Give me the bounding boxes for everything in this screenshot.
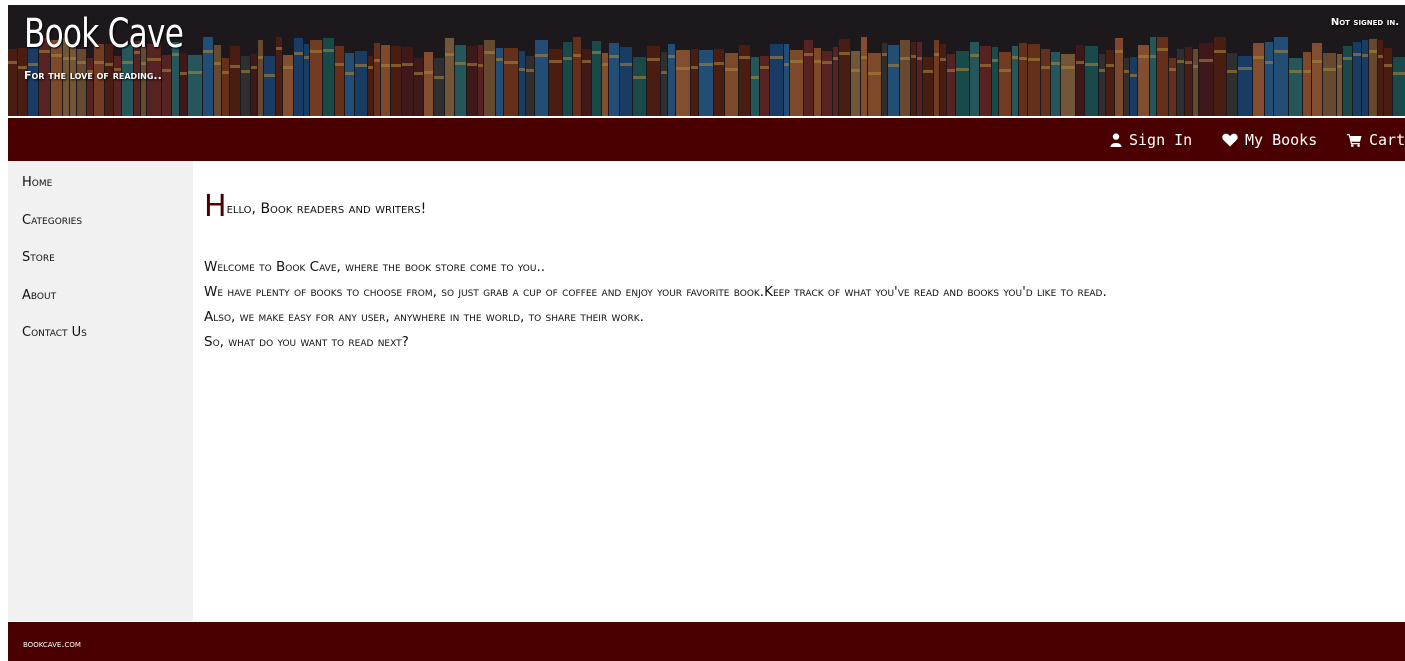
welcome-heading-initial: H (204, 189, 227, 224)
site-tagline: For the love of reading.. (24, 69, 162, 82)
sidebar-item-store[interactable]: Store (22, 250, 55, 265)
sidebar-item-home[interactable]: Home (22, 175, 52, 190)
top-nav-bar: Sign In My Books Cart (8, 118, 1405, 161)
footer-domain: bookcave.com (23, 639, 81, 650)
intro-paragraph-1: Welcome to Book Cave, where the book sto… (204, 259, 546, 275)
user-icon (1110, 132, 1122, 147)
sign-in-status: Not signed in. (1330, 17, 1399, 28)
sidebar-item-about[interactable]: About (22, 288, 56, 303)
nav-my-books-label: My Books (1245, 130, 1318, 149)
site-footer: bookcave.com (8, 622, 1405, 661)
page: Book Cave For the love of reading.. Not … (8, 5, 1405, 661)
welcome-heading: Hello, Book readers and writers! (204, 189, 426, 224)
main-content: Hello, Book readers and writers! Welcome… (193, 161, 1405, 621)
sidebar-item-contact-us[interactable]: Contact Us (22, 325, 87, 340)
sidebar: Home Categories Store About Contact Us (8, 161, 193, 621)
intro-paragraph-4: So, what do you want to read next? (204, 334, 409, 350)
sidebar-item-categories[interactable]: Categories (22, 213, 82, 228)
intro-paragraph-2: We have plenty of books to choose from, … (204, 284, 1107, 300)
bookshelf-banner-image (8, 5, 1405, 116)
welcome-heading-rest: ello, Book readers and writers! (226, 201, 427, 217)
intro-paragraph-3: Also, we make easy for any user, anywher… (204, 309, 644, 325)
site-header: Book Cave For the love of reading.. Not … (8, 5, 1405, 118)
nav-sign-in-link[interactable]: Sign In (1110, 118, 1192, 161)
nav-cart-label: Cart (1369, 130, 1405, 149)
site-title: Book Cave (24, 11, 184, 57)
heart-icon (1222, 133, 1238, 146)
nav-my-books-link[interactable]: My Books (1222, 118, 1317, 161)
nav-cart-link[interactable]: Cart (1347, 118, 1405, 161)
nav-sign-in-label: Sign In (1129, 130, 1193, 149)
cart-icon (1347, 133, 1362, 147)
